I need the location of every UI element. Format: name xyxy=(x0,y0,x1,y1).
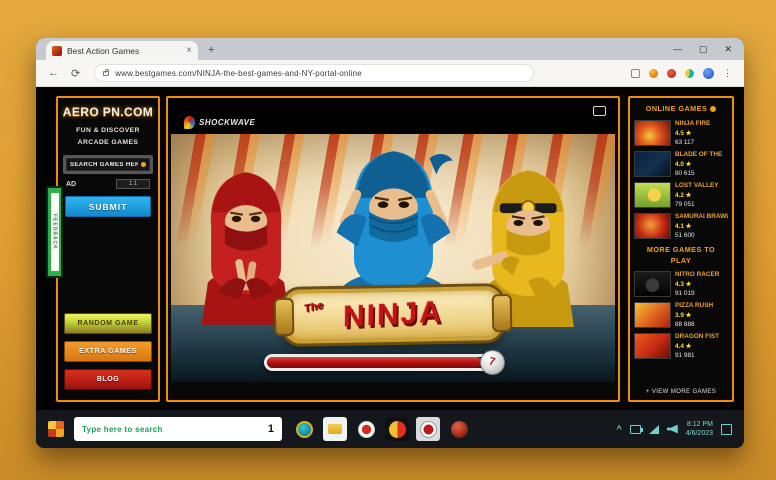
url-text: www.bestgames.com/NINJA-the-best-games-a… xyxy=(115,69,362,78)
game-thumbnail xyxy=(634,120,671,146)
ad-value-field[interactable]: 1:1 xyxy=(116,179,150,189)
studio-logo: SHOCKWAVE xyxy=(184,116,255,129)
game-thumbnail xyxy=(634,333,671,359)
taskbar-search[interactable]: Type here to search 1 xyxy=(74,417,282,441)
taskbar-clock[interactable]: 8:12 PM 4/6/2023 xyxy=(686,420,713,439)
game-thumbnail xyxy=(634,182,671,208)
taskbar-app-active-icon[interactable] xyxy=(416,417,440,441)
browser-tab[interactable]: Best Action Games × xyxy=(46,41,198,60)
submit-button[interactable]: SUBMIT xyxy=(65,196,151,217)
new-tab-button[interactable]: + xyxy=(208,44,214,56)
desktop-background: Best Action Games × + — ▢ ✕ ← ⟳ www.best… xyxy=(0,0,776,480)
browser-toolbar: ← ⟳ www.bestgames.com/NINJA-the-best-gam… xyxy=(36,60,744,87)
address-bar[interactable]: www.bestgames.com/NINJA-the-best-games-a… xyxy=(94,64,534,82)
game-list-item[interactable]: DRAGON FIST 4.4 ★ 91 981 xyxy=(634,333,728,359)
back-button[interactable]: ← xyxy=(48,67,59,79)
game-splash-screen: The NINJA 7 xyxy=(171,134,615,382)
tab-favicon xyxy=(52,46,62,56)
taskbar-app-browser-icon[interactable] xyxy=(292,417,316,441)
site-tagline: FUN & DISCOVER ARCADE GAMES xyxy=(58,125,158,148)
taskbar-apps xyxy=(292,417,471,441)
profile-avatar[interactable] xyxy=(703,68,714,79)
blog-button[interactable]: BLOG xyxy=(64,369,152,390)
system-tray: ^ 8:12 PM 4/6/2023 xyxy=(616,420,744,439)
fullscreen-icon[interactable] xyxy=(593,106,606,116)
reload-button[interactable]: ⟳ xyxy=(71,67,80,80)
game-title: NINJA xyxy=(343,296,443,335)
notification-center-icon[interactable] xyxy=(721,424,732,435)
right-sidebar: ONLINE GAMES NINJA FIRE 4.5 ★ 63 117 BLA… xyxy=(628,96,734,402)
random-game-button[interactable]: RANDOM GAME xyxy=(64,313,152,334)
game-header: SHOCKWAVE xyxy=(168,98,618,134)
extension-orange-icon[interactable] xyxy=(649,69,658,78)
ad-label: AD xyxy=(66,181,76,188)
game-list-item[interactable]: LOST VALLEY 4.2 ★ 79 051 xyxy=(634,182,728,208)
minimize-button[interactable]: — xyxy=(673,42,682,56)
view-more-link[interactable]: + VIEW MORE GAMES xyxy=(630,389,732,395)
more-games-header: MORE GAMES TO PLAY xyxy=(630,245,732,267)
site-logo: AERO PN.COM xyxy=(58,105,158,119)
taskbar-app-game-icon[interactable] xyxy=(385,417,409,441)
clock-date: 4/6/2023 xyxy=(686,429,713,438)
game-list-item[interactable]: SAMURAI BRAWL 4.1 ★ 51 600 xyxy=(634,213,728,239)
extension-red-icon[interactable] xyxy=(667,69,676,78)
tab-strip: Best Action Games × + — ▢ ✕ xyxy=(36,38,744,60)
game-list-item[interactable]: PIZZA RUSH 3.9 ★ 88 888 xyxy=(634,302,728,328)
search-input[interactable]: SEARCH GAMES HERE xyxy=(66,158,150,171)
taskbar-app-explorer-icon[interactable] xyxy=(323,417,347,441)
extension-teal-icon[interactable] xyxy=(685,69,694,78)
online-games-header: ONLINE GAMES xyxy=(630,104,732,115)
maximize-button[interactable]: ▢ xyxy=(699,42,708,56)
clock-time: 8:12 PM xyxy=(686,420,713,429)
search-go-icon[interactable] xyxy=(141,162,146,167)
taskbar-app-media-icon[interactable] xyxy=(354,417,378,441)
browser-menu-icon[interactable]: ⋮ xyxy=(723,68,732,79)
taskbar: Type here to search 1 ^ 8:12 PM 4/6/2023 xyxy=(36,410,744,448)
close-button[interactable]: ✕ xyxy=(724,42,732,56)
game-list-item[interactable]: BLADE OF THE 4.0 ★ 80 615 xyxy=(634,151,728,177)
loading-knob-icon: 7 xyxy=(480,350,505,375)
search-badge: 1 xyxy=(268,423,274,435)
battery-icon[interactable] xyxy=(630,425,641,434)
feedback-side-tab[interactable]: FEEDBACK xyxy=(46,186,63,278)
taskbar-app-red-icon[interactable] xyxy=(447,417,471,441)
loading-bar: 7 xyxy=(264,354,504,371)
game-list-item[interactable]: NINJA FIRE 4.5 ★ 63 117 xyxy=(634,120,728,146)
browser-window: Best Action Games × + — ▢ ✕ ← ⟳ www.best… xyxy=(36,38,744,448)
studio-flame-icon xyxy=(184,116,195,129)
toolbar-extensions: ⋮ xyxy=(631,68,744,79)
title-prefix: The xyxy=(303,300,325,316)
ad-row: AD 1:1 xyxy=(66,179,150,189)
start-button[interactable] xyxy=(48,421,64,437)
feedback-strip: FEEDBACK xyxy=(51,193,59,271)
game-thumbnail xyxy=(634,302,671,328)
search-panel: SEARCH GAMES HERE xyxy=(63,155,153,174)
game-thumbnail xyxy=(634,151,671,177)
game-panel: SHOCKWAVE xyxy=(166,96,620,402)
extensions-icon[interactable] xyxy=(631,69,640,78)
tab-close-icon[interactable]: × xyxy=(186,45,192,56)
studio-name: SHOCKWAVE xyxy=(199,118,255,127)
game-thumbnail xyxy=(634,213,671,239)
lock-icon xyxy=(103,71,109,76)
tray-expand-icon[interactable]: ^ xyxy=(616,424,621,434)
header-dot-icon xyxy=(710,106,716,112)
left-sidebar: AERO PN.COM FUN & DISCOVER ARCADE GAMES … xyxy=(56,96,160,402)
loading-bar-fill xyxy=(267,357,482,368)
extra-games-button[interactable]: EXTRA GAMES xyxy=(64,341,152,362)
page-content: AERO PN.COM FUN & DISCOVER ARCADE GAMES … xyxy=(36,88,744,410)
network-icon[interactable] xyxy=(649,425,659,434)
window-controls: — ▢ ✕ xyxy=(673,42,732,56)
game-thumbnail xyxy=(634,271,671,297)
volume-icon[interactable] xyxy=(667,425,678,434)
game-title-banner: The NINJA xyxy=(284,286,503,344)
game-list-item[interactable]: NITRO RACER 4.3 ★ 91 019 xyxy=(634,271,728,297)
tab-title: Best Action Games xyxy=(67,46,181,56)
